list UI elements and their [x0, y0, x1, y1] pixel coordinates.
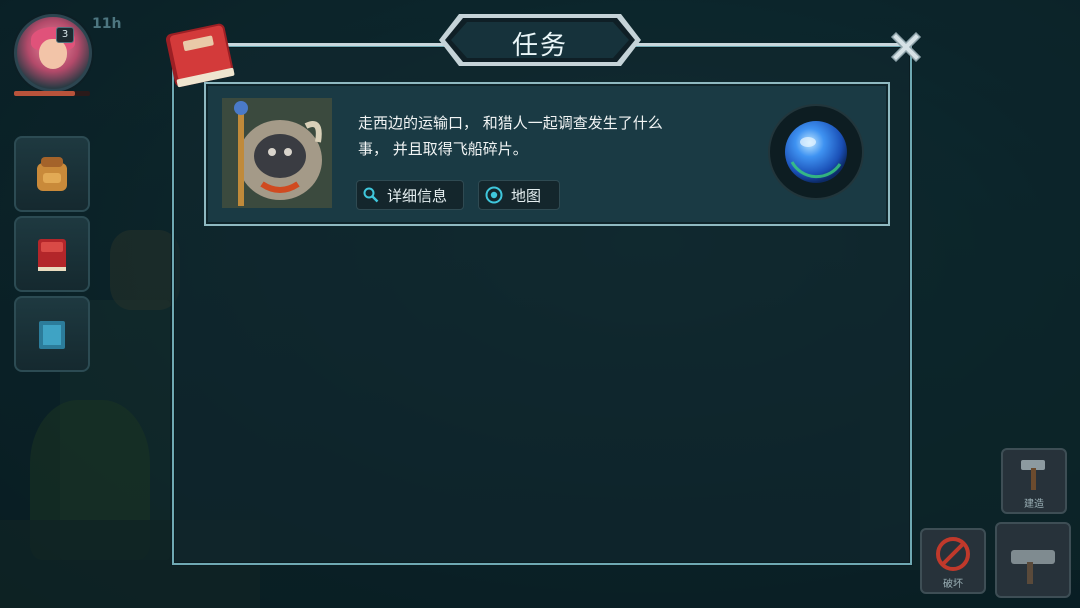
title-plate: 任务	[437, 12, 643, 68]
quest-log-button[interactable]	[14, 216, 90, 292]
build-button[interactable]: 建造	[1001, 448, 1067, 514]
panel-title: 任务	[511, 31, 568, 61]
player-avatar[interactable]: 3	[14, 14, 92, 92]
search-icon	[363, 187, 379, 203]
no-entry-icon	[936, 537, 970, 571]
map-scroll-button[interactable]	[14, 296, 90, 372]
hammer-icon	[1021, 460, 1045, 490]
avatar-face	[39, 39, 67, 69]
backpack-button[interactable]	[14, 136, 90, 212]
quest-description: 走西边的运输口， 和猎人一起调查发生了什么事， 并且取得飞船碎片。	[358, 114, 663, 158]
quest-card[interactable]: 走西边的运输口， 和猎人一起调查发生了什么事， 并且取得飞船碎片。 详细信息 地…	[204, 82, 890, 226]
npc-portrait	[222, 98, 332, 208]
scroll-icon	[39, 321, 65, 349]
reward-orb[interactable]	[770, 106, 862, 198]
demolish-label: 破坏	[943, 579, 963, 590]
target-icon	[485, 186, 503, 204]
map-button[interactable]: 地图	[478, 180, 560, 210]
build-label: 建造	[1024, 499, 1044, 510]
backpack-icon	[37, 157, 67, 191]
tool-icon	[1011, 550, 1055, 584]
map-label: 地图	[511, 186, 542, 205]
tool-slot[interactable]	[995, 522, 1071, 598]
details-button[interactable]: 详细信息	[356, 180, 464, 210]
level-badge: 3	[56, 27, 74, 43]
time-label: 11h	[92, 16, 122, 32]
close-button[interactable]	[884, 25, 928, 69]
blue-orb-icon	[785, 121, 847, 183]
close-icon	[890, 31, 922, 63]
demolish-button[interactable]: 破坏	[920, 528, 986, 594]
book-icon	[38, 239, 66, 271]
xp-bar	[14, 91, 90, 96]
details-label: 详细信息	[387, 186, 448, 205]
